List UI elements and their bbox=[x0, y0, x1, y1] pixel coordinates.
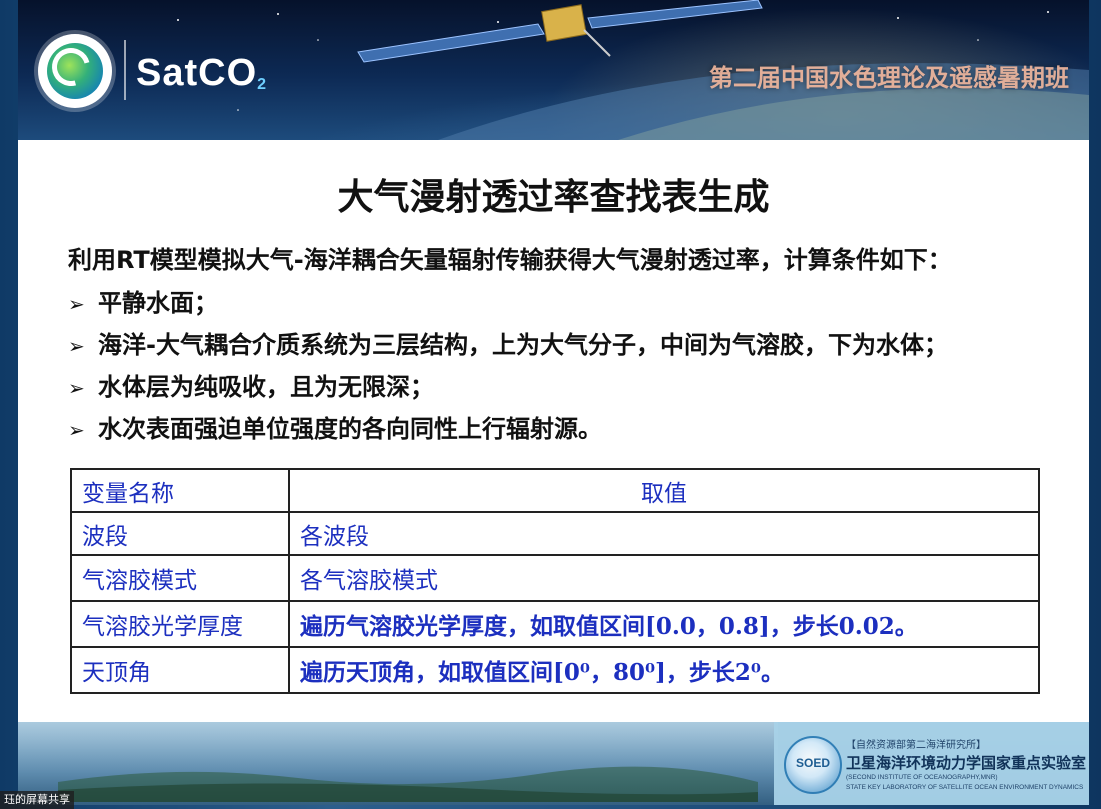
table-row: 气溶胶模式 各气溶胶模式 bbox=[70, 554, 1040, 602]
slide-title: 大气漫射透过率查找表生成 bbox=[337, 177, 770, 218]
table-cell: 气溶胶模式 bbox=[70, 554, 290, 602]
screen-share-label: 珏的屏幕共享 bbox=[0, 791, 74, 809]
footer-banner: SOED 【自然资源部第二海洋研究所】 卫星海洋环境动力学国家重点实验室 (SE… bbox=[18, 722, 1089, 805]
satellite-icon bbox=[357, 0, 763, 63]
table-cell: 遍历气溶胶光学厚度，如取值区间[0.0，0.8]，步长0.02。 bbox=[288, 600, 1040, 648]
table-header-row: 变量名称 取值 bbox=[70, 468, 1040, 513]
list-item: ➢ 水次表面强迫单位强度的各向同性上行辐射源。 bbox=[68, 408, 948, 450]
table-cell: 波段 bbox=[70, 511, 290, 556]
table-cell: 各波段 bbox=[288, 511, 1040, 556]
lab-institute-en: (SECOND INSTITUTE OF OCEANOGRAPHY,MNR) bbox=[846, 774, 998, 781]
table-row: 天顶角 遍历天顶角，如取值区间[0⁰，80⁰]，步长2⁰。 bbox=[70, 646, 1040, 694]
column-header-variable: 变量名称 bbox=[70, 468, 290, 513]
table-cell: 气溶胶光学厚度 bbox=[70, 600, 290, 648]
list-item: ➢ 平静水面； bbox=[68, 282, 948, 324]
conditions-list: ➢ 平静水面； ➢ 海洋-大气耦合介质系统为三层结构，上为大气分子，中间为气溶胶，下… bbox=[68, 282, 948, 450]
table-cell: 遍历天顶角，如取值区间[0⁰，80⁰]，步长2⁰。 bbox=[288, 646, 1040, 694]
arrow-bullet-icon: ➢ bbox=[68, 292, 85, 316]
arrow-bullet-icon: ➢ bbox=[68, 418, 85, 442]
presentation-slide: SatCO2 第二届中国水色理论及遥感暑期班 大气漫射透过率查找表生成 利用RT… bbox=[18, 0, 1089, 805]
brand-name: SatCO2 bbox=[136, 52, 268, 94]
brand-suffix: 2 bbox=[257, 76, 268, 93]
lab-name: 卫星海洋环境动力学国家重点实验室 bbox=[846, 754, 1087, 772]
intro-text: 利用RT模型模拟大气-海洋耦合矢量辐射传输获得大气漫射透过率，计算条件如下： bbox=[68, 246, 952, 274]
soed-logo-icon: SOED bbox=[784, 736, 842, 794]
satco2-logo-icon bbox=[38, 34, 112, 108]
lab-info-panel: SOED 【自然资源部第二海洋研究所】 卫星海洋环境动力学国家重点实验室 (SE… bbox=[774, 722, 1089, 805]
table-cell: 天顶角 bbox=[70, 646, 290, 694]
arrow-bullet-icon: ➢ bbox=[68, 376, 85, 400]
column-header-value: 取值 bbox=[288, 468, 1040, 513]
lab-name-en: STATE KEY LABORATORY OF SATELLITE OCEAN … bbox=[846, 784, 1084, 791]
table-row: 波段 各波段 bbox=[70, 511, 1040, 556]
list-item: ➢ 海洋-大气耦合介质系统为三层结构，上为大气分子，中间为气溶胶，下为水体； bbox=[68, 324, 948, 366]
table-cell: 各气溶胶模式 bbox=[288, 554, 1040, 602]
coastline-image bbox=[58, 766, 758, 802]
parameter-table: 变量名称 取值 波段 各波段 气溶胶模式 各气溶胶模式 气溶胶光学厚度 遍历气溶… bbox=[70, 468, 1040, 694]
header-banner: SatCO2 第二届中国水色理论及遥感暑期班 bbox=[18, 0, 1089, 140]
list-item: ➢ 水体层为纯吸收，且为无限深； bbox=[68, 366, 948, 408]
table-row: 气溶胶光学厚度 遍历气溶胶光学厚度，如取值区间[0.0，0.8]，步长0.02。 bbox=[70, 600, 1040, 648]
lab-institute: 【自然资源部第二海洋研究所】 bbox=[846, 740, 986, 751]
banner-title: 第二届中国水色理论及遥感暑期班 bbox=[709, 64, 1069, 92]
arrow-bullet-icon: ➢ bbox=[68, 334, 85, 358]
logo-divider bbox=[124, 40, 126, 100]
